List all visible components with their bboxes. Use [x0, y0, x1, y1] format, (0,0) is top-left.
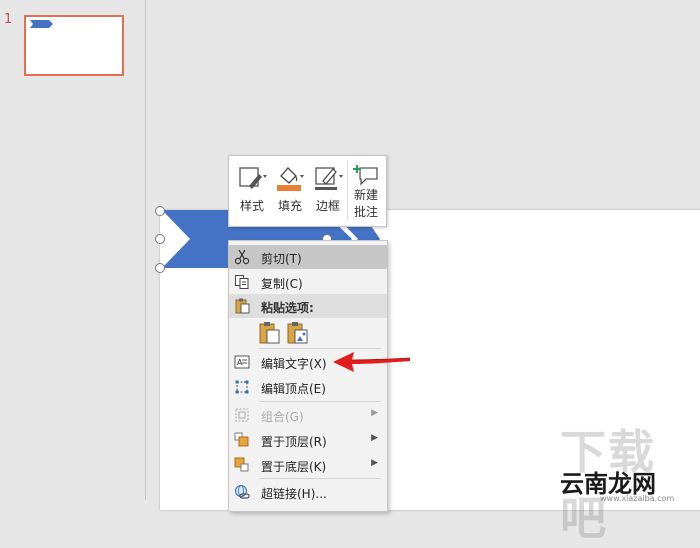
context-menu: 剪切(T) 复制(C) 粘贴选项: A 编辑文字(X) 编辑顶点(E) 组合(G… — [228, 240, 388, 512]
submenu-arrow-icon: ▶ — [371, 408, 378, 418]
menu-item-label: 编辑文字(X) — [261, 357, 327, 371]
resize-handle-top-left[interactable] — [155, 206, 165, 216]
shape-outline-icon — [313, 164, 343, 195]
new-comment-icon — [352, 163, 380, 190]
border-label: 边框 — [315, 199, 340, 213]
watermark: 下载吧 云南龙网 www.xiazaiba.com — [540, 412, 700, 545]
chevron-shape-thumbnail — [30, 20, 53, 28]
new-comment-label-1: 新建 — [353, 188, 378, 202]
paste-keep-source-icon[interactable] — [259, 321, 281, 349]
menu-item-label: 复制(C) — [261, 277, 303, 291]
paste-options-header: 粘贴选项: — [229, 294, 387, 318]
new-comment-label-2: 批注 — [353, 205, 378, 219]
mini-toolbar: 样式 填充 边框 新建 批注 — [228, 155, 387, 227]
menu-item-bring-to-front[interactable]: 置于顶层(R) ▶ — [229, 428, 387, 452]
fill-button[interactable]: 填充 — [271, 160, 309, 220]
resize-handle-middle-left[interactable] — [155, 234, 165, 244]
border-button[interactable]: 边框 — [309, 160, 347, 220]
toolbar-separator — [347, 160, 348, 220]
hyperlink-icon — [234, 484, 250, 500]
menu-item-label: 超链接(H)... — [261, 487, 327, 501]
submenu-arrow-icon: ▶ — [371, 433, 378, 443]
edit-text-icon: A — [234, 354, 250, 370]
paste-options-label: 粘贴选项: — [261, 301, 314, 315]
paste-as-picture-icon[interactable] — [287, 321, 309, 349]
menu-separator — [259, 401, 381, 402]
menu-item-label: 置于底层(K) — [261, 460, 327, 474]
paint-bucket-icon — [275, 164, 305, 195]
copy-icon — [234, 274, 250, 290]
menu-item-cut[interactable]: 剪切(T) — [229, 245, 387, 269]
style-label: 样式 — [239, 199, 264, 213]
new-comment-button[interactable]: 新建 批注 — [349, 160, 383, 220]
red-annotation-arrow-icon — [333, 352, 411, 372]
bring-to-front-icon — [234, 432, 250, 448]
style-button[interactable]: 样式 — [233, 160, 271, 220]
fill-label: 填充 — [277, 199, 302, 213]
shape-style-icon — [237, 164, 267, 195]
watermark-url: www.xiazaiba.com — [600, 494, 675, 503]
slide-thumbnail-pane: 1 — [0, 0, 146, 500]
menu-item-label: 剪切(T) — [261, 252, 302, 266]
slide-thumbnail-1[interactable] — [24, 15, 124, 76]
resize-handle-bottom-left[interactable] — [155, 263, 165, 273]
send-to-back-icon — [234, 457, 250, 473]
menu-item-label: 编辑顶点(E) — [261, 382, 326, 396]
clipboard-icon — [234, 298, 250, 317]
slide-number: 1 — [4, 12, 13, 27]
menu-item-send-to-back[interactable]: 置于底层(K) ▶ — [229, 453, 387, 477]
menu-item-hyperlink[interactable]: 超链接(H)... — [229, 480, 387, 504]
menu-item-edit-points[interactable]: 编辑顶点(E) — [229, 375, 387, 399]
menu-item-label: 组合(G) — [261, 410, 304, 424]
menu-item-group[interactable]: 组合(G) ▶ — [229, 403, 387, 427]
submenu-arrow-icon: ▶ — [371, 458, 378, 468]
menu-item-copy[interactable]: 复制(C) — [229, 270, 387, 294]
edit-points-icon — [234, 379, 250, 395]
menu-separator — [259, 478, 381, 479]
group-icon — [234, 407, 250, 423]
menu-item-label: 置于顶层(R) — [261, 435, 327, 449]
scissors-icon — [234, 249, 250, 265]
